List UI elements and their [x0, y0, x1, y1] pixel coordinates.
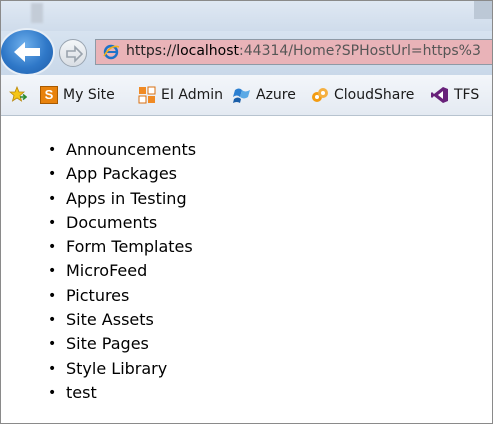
favorite-tfs[interactable]: TFS [431, 85, 479, 105]
forward-button[interactable] [59, 39, 87, 67]
list-item: Apps in Testing [48, 187, 196, 212]
favorites-bar: S My Site EI Admin Azure CloudShare TFS [1, 75, 492, 116]
list-item: MicroFeed [48, 259, 196, 284]
list-item: Site Assets [48, 308, 196, 333]
list-item: Announcements [48, 138, 196, 163]
favorite-azure[interactable]: Azure [233, 85, 296, 105]
list-item: Pictures [48, 284, 196, 309]
url-path: :44314/Home?SPHostUrl=https%3 [239, 43, 481, 59]
back-arrow-icon [14, 42, 40, 62]
list-item: Style Library [48, 357, 196, 382]
favorite-label: CloudShare [334, 87, 415, 103]
favorite-ei-admin[interactable]: EI Admin [138, 85, 223, 105]
favorite-my-site[interactable]: S My Site [40, 85, 115, 105]
list-item: Site Pages [48, 332, 196, 357]
admin-grid-icon [138, 86, 156, 104]
internet-explorer-icon [103, 44, 120, 60]
app-icon [31, 3, 43, 23]
maximize-button[interactable] [474, 1, 492, 19]
forward-arrow-icon [66, 45, 83, 63]
list-item: Documents [48, 211, 196, 236]
list-item: Form Templates [48, 235, 196, 260]
back-button[interactable] [1, 30, 53, 74]
favorite-cloudshare[interactable]: CloudShare [311, 85, 414, 105]
page-content: Announcements App Packages Apps in Testi… [1, 116, 492, 423]
cloudshare-icon [312, 88, 328, 102]
azure-flag-icon [233, 88, 250, 103]
favorite-label: Azure [256, 87, 296, 103]
favorite-label: TFS [454, 87, 480, 103]
url-scheme: https:// [126, 43, 177, 59]
favorite-label: EI Admin [161, 87, 224, 103]
favorites-star-icon [9, 86, 27, 102]
sharepoint-s-icon: S [40, 86, 58, 104]
address-url: https://localhost:44314/Home?SPHostUrl=h… [126, 43, 481, 59]
visual-studio-icon [431, 87, 448, 103]
favorite-label: My Site [63, 87, 115, 103]
url-host: localhost [176, 43, 240, 59]
list-item: test [48, 381, 196, 406]
list-item: App Packages [48, 162, 196, 187]
address-bar[interactable]: https://localhost:44314/Home?SPHostUrl=h… [95, 39, 492, 65]
add-favorite-button[interactable] [9, 85, 27, 105]
site-lists: Announcements App Packages Apps in Testi… [48, 138, 196, 406]
title-bar [1, 1, 492, 31]
browser-window: https://localhost:44314/Home?SPHostUrl=h… [0, 0, 493, 424]
